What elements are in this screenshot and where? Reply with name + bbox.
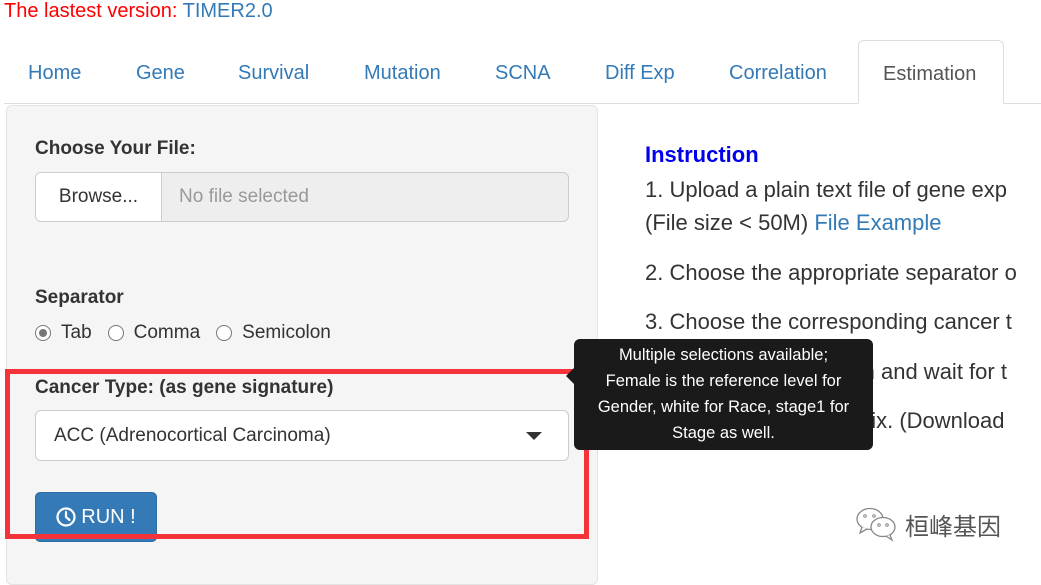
cancer-type-label: Cancer Type: (as gene signature) xyxy=(35,377,334,398)
file-example-link[interactable]: File Example xyxy=(814,210,941,235)
separator-label: Separator xyxy=(35,287,124,308)
radio-unchecked-icon xyxy=(107,325,124,341)
watermark: 桓峰基因 xyxy=(855,506,1001,542)
chevron-down-icon xyxy=(526,432,542,440)
watermark-text: 桓峰基因 xyxy=(905,513,1001,541)
version-banner: The lastest version: TIMER2.0 xyxy=(4,0,273,23)
tooltip-arrow xyxy=(566,368,574,384)
file-label: Choose Your File: xyxy=(35,138,196,159)
run-label: RUN ! xyxy=(81,505,136,528)
browse-button[interactable]: Browse... xyxy=(36,173,162,221)
timer2-link[interactable]: TIMER2.0 xyxy=(183,0,273,22)
tooltip-line: Multiple selections available; xyxy=(618,346,829,364)
run-button[interactable]: RUN ! xyxy=(35,492,157,542)
radio-comma[interactable]: Comma xyxy=(107,322,201,344)
tab-mutation[interactable]: Mutation xyxy=(340,40,465,103)
tab-diff-exp[interactable]: Diff Exp xyxy=(581,40,699,103)
tab-gene[interactable]: Gene xyxy=(112,40,209,103)
radio-checked-icon xyxy=(35,325,51,341)
nav-tabs: Home Gene Survival Mutation SCNA Diff Ex… xyxy=(4,40,1041,104)
separator-radio-group: Tab Comma Semicolon xyxy=(35,322,347,344)
tab-estimation[interactable]: Estimation xyxy=(858,40,1004,104)
tooltip: Multiple selections available; Female is… xyxy=(574,339,873,450)
radio-comma-label: Comma xyxy=(133,322,201,343)
tab-scna[interactable]: SCNA xyxy=(471,40,575,103)
instruction-step-2: 2. Choose the appropriate separator o xyxy=(645,260,1017,285)
radio-unchecked-icon xyxy=(216,325,233,341)
tab-survival[interactable]: Survival xyxy=(214,40,333,103)
tooltip-line: Stage as well. xyxy=(672,424,775,442)
tooltip-line: Female is the reference level for xyxy=(605,372,842,390)
wechat-icon xyxy=(856,507,896,542)
instruction-step-3: 3. Choose the corresponding cancer t xyxy=(645,309,1012,334)
radio-semicolon[interactable]: Semicolon xyxy=(216,322,331,344)
clock-icon xyxy=(56,507,76,527)
tooltip-line: Gender, white for Race, stage1 for xyxy=(597,398,850,416)
file-name-display: No file selected xyxy=(179,186,309,207)
instruction-step-1: 1. Upload a plain text file of gene exp xyxy=(645,177,1008,202)
tab-correlation[interactable]: Correlation xyxy=(705,40,851,103)
cancer-type-select[interactable]: ACC (Adrenocortical Carcinoma) xyxy=(35,410,569,461)
radio-tab-label: Tab xyxy=(61,322,92,343)
tab-home[interactable]: Home xyxy=(4,40,105,103)
file-input[interactable]: Browse... No file selected xyxy=(35,172,569,222)
file-size-note: (File size < 50M) xyxy=(645,210,815,235)
cancer-type-selected: ACC (Adrenocortical Carcinoma) xyxy=(54,425,331,446)
radio-tab[interactable]: Tab xyxy=(35,322,92,344)
version-prefix: The lastest version: xyxy=(4,0,183,22)
instruction-step-1-size: (File size < 50M) File Example xyxy=(645,210,941,236)
radio-semicolon-label: Semicolon xyxy=(242,322,331,343)
instruction-title: Instruction xyxy=(645,142,759,167)
